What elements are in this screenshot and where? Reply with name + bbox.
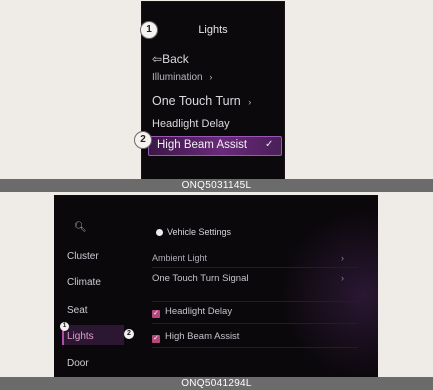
settings-icon [156,229,163,236]
vehicle-settings-screen: 🔍︎ Cluster Climate Seat Lights Door 1 Ve… [54,195,378,377]
divider [152,301,358,302]
checkmark-icon: ✓ [265,139,274,150]
headlight-delay-label: Headlight Delay [165,306,233,317]
back-button[interactable]: ⇦Back [152,52,189,66]
divider [152,323,358,324]
one-touch-label: One Touch Turn [152,94,241,108]
one-touch-row[interactable]: One Touch Turn Signal › [152,273,358,284]
divider [152,347,358,348]
ambient-light-label: Ambient Light [152,253,208,263]
callout-marker-1: 1 [140,21,158,39]
headlight-delay-label: Headlight Delay [152,118,230,130]
figure-caption-1: ONQ5031145L [0,179,433,192]
high-beam-assist-item[interactable]: High Beam Assist ✓ [148,136,282,156]
settings-sidebar: 🔍︎ Cluster Climate Seat Lights Door 1 [54,195,126,377]
sidebar-item-climate[interactable]: Climate [67,277,101,288]
checkbox-icon[interactable]: ✓ [152,335,160,343]
back-icon: ⇦ [152,52,163,66]
checkbox-icon[interactable]: ✓ [152,310,160,318]
figure-caption-2: ONQ5041294L [0,377,433,390]
illumination-item[interactable]: Illumination › [152,72,212,83]
top-figure: Lights ⇦Back Illumination › One Touch Tu… [0,0,433,179]
search-icon[interactable]: 🔍︎ [74,222,87,233]
high-beam-assist-label: High Beam Assist [157,139,248,151]
settings-main: Vehicle Settings Ambient Light › One Tou… [136,195,376,377]
callout-marker-1: 1 [60,322,69,331]
chevron-right-icon: › [248,97,252,107]
high-beam-assist-label: High Beam Assist [165,331,240,342]
callout-marker-2: 2 [134,131,152,149]
chevron-right-icon: › [209,72,213,82]
high-beam-assist-row[interactable]: ✓ High Beam Assist [152,331,239,343]
menu-title: Lights [198,24,228,36]
sidebar-item-door[interactable]: Door [67,358,89,369]
sidebar-item-cluster[interactable]: Cluster [67,251,99,262]
back-label: Back [162,52,189,66]
divider [152,267,358,268]
callout-marker-2: 2 [124,329,134,339]
chevron-right-icon: › [341,253,344,263]
headlight-delay-item[interactable]: Headlight Delay [152,118,230,130]
page-title: Vehicle Settings [156,227,231,237]
lights-menu-screen: Lights ⇦Back Illumination › One Touch Tu… [142,2,284,179]
chevron-right-icon: › [341,273,344,283]
sidebar-item-lights[interactable]: Lights [67,331,94,342]
headlight-delay-row[interactable]: ✓ Headlight Delay [152,306,232,318]
one-touch-label: One Touch Turn Signal [152,273,249,284]
one-touch-item[interactable]: One Touch Turn › [152,94,251,108]
page-title-text: Vehicle Settings [167,227,232,237]
illumination-label: Illumination [152,72,203,83]
ambient-light-row[interactable]: Ambient Light › [152,253,358,263]
sidebar-item-seat[interactable]: Seat [67,305,88,316]
